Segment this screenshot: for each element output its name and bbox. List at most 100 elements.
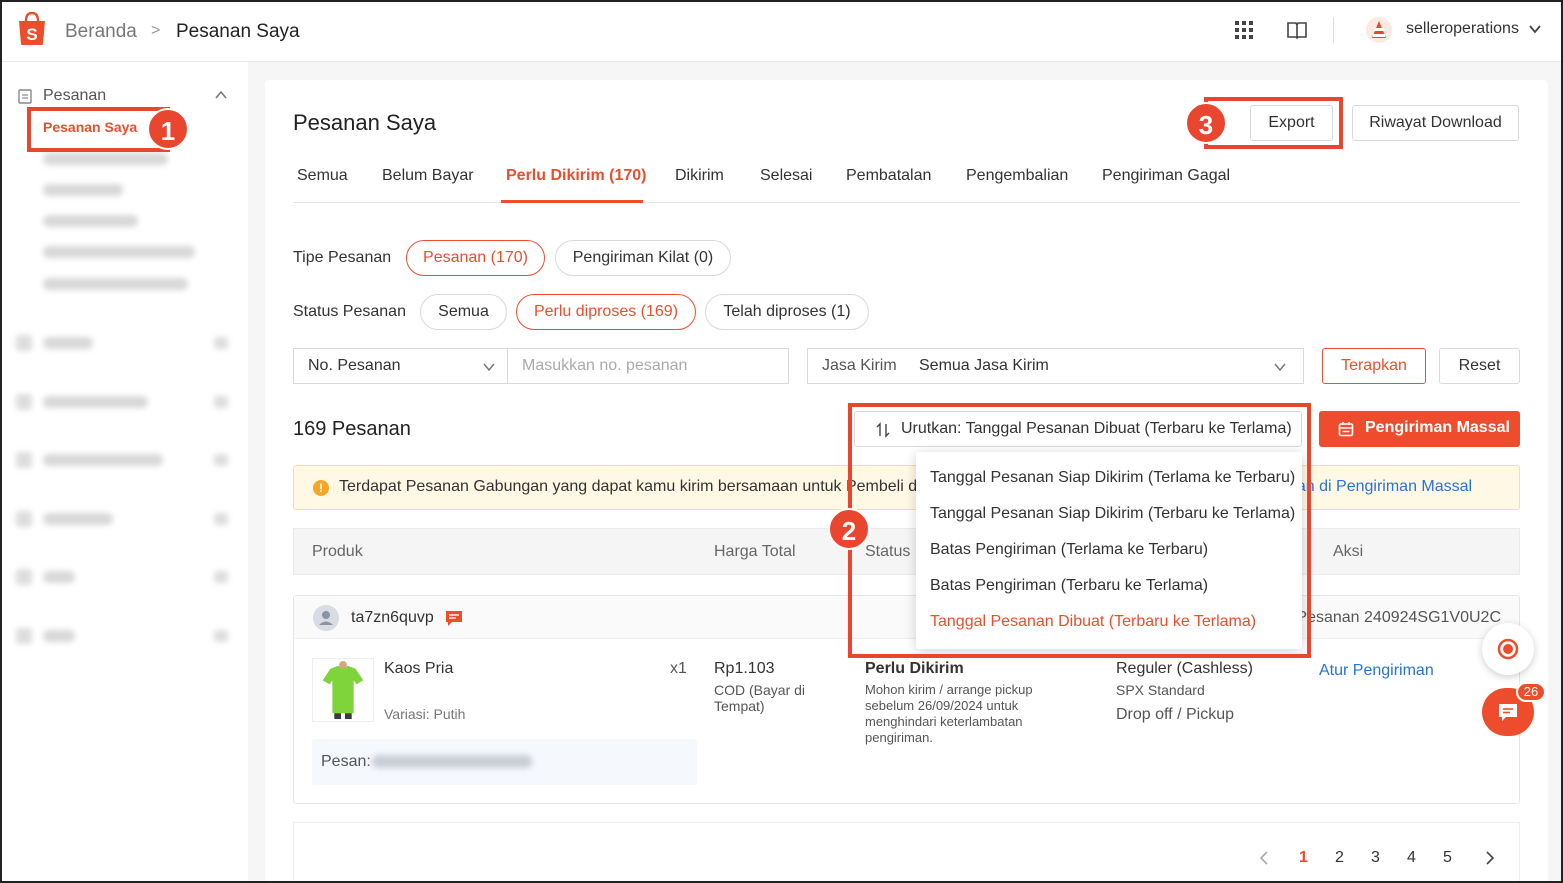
sort-select[interactable]: Urutkan: Tanggal Pesanan Dibuat (Terbaru… — [854, 411, 1302, 447]
order-card-header: ta7zn6quvp Pesanan 240924SG1V0U2C — [294, 596, 1519, 639]
buyer-note-label: Pesan: — [321, 753, 371, 770]
sort-option-selected[interactable]: Tanggal Pesanan Dibuat (Terbaru ke Terla… — [930, 613, 1256, 631]
product-image[interactable] — [312, 658, 374, 722]
apps-grid-icon[interactable] — [1233, 19, 1255, 41]
sidebar-item-blurred[interactable] — [43, 215, 138, 227]
annotation-badge-1: 1 — [147, 108, 189, 150]
sidebar-section-orders[interactable]: Pesanan — [43, 87, 106, 105]
combined-order-notice: ! Terdapat Pesanan Gabungan yang dapat k… — [293, 465, 1520, 510]
order-status-description: Mohon kirim / arrange pickup sebelum 26/… — [865, 682, 1033, 745]
tab-unpaid[interactable]: Belum Bayar — [382, 167, 474, 185]
svg-text:S: S — [26, 25, 37, 44]
arrange-shipment-link[interactable]: Atur Pengiriman — [1319, 662, 1434, 680]
tab-all[interactable]: Semua — [297, 167, 348, 185]
sidebar-item-my-orders[interactable]: Pesanan Saya — [43, 119, 137, 135]
mass-shipping-label: Pengiriman Massal — [1365, 419, 1510, 436]
tab-cancellation[interactable]: Pembatalan — [846, 167, 931, 185]
avatar[interactable] — [1365, 16, 1393, 44]
page-2[interactable]: 2 — [1335, 849, 1344, 867]
support-float-button[interactable] — [1482, 623, 1534, 675]
order-number-input[interactable]: Masukkan no. pesanan — [507, 348, 789, 384]
export-button[interactable]: Export — [1250, 105, 1333, 141]
breadcrumb-current: Pesanan Saya — [176, 21, 300, 42]
download-history-button[interactable]: Riwayat Download — [1352, 105, 1519, 141]
search-by-select[interactable]: No. Pesanan — [293, 348, 508, 384]
page-3[interactable]: 3 — [1371, 849, 1380, 867]
shopee-logo-icon[interactable]: S — [16, 12, 48, 46]
top-divider — [1333, 17, 1334, 43]
orders-icon — [18, 89, 32, 104]
sort-icon — [876, 422, 890, 438]
buyer-avatar-icon — [313, 605, 339, 631]
page-4[interactable]: 4 — [1407, 849, 1416, 867]
chevron-down-icon — [483, 363, 495, 372]
tab-to-ship[interactable]: Perlu Dikirim (170) — [506, 167, 647, 185]
tab-failed-delivery[interactable]: Pengiriman Gagal — [1102, 167, 1230, 185]
product-name[interactable]: Kaos Pria — [384, 660, 453, 678]
courier-select[interactable]: Jasa Kirim Semua Jasa Kirim — [807, 348, 1304, 384]
active-tab-indicator — [501, 200, 643, 203]
chevron-left-icon[interactable] — [1258, 851, 1270, 865]
search-by-value: No. Pesanan — [308, 357, 401, 374]
table-header: Produk Harga Total Status Aksi — [293, 528, 1520, 575]
order-type-instant-pill[interactable]: Pengiriman Kilat (0) — [555, 240, 731, 276]
tab-shipping[interactable]: Dikirim — [675, 167, 724, 185]
order-tabs: Semua Belum Bayar Perlu Dikirim (170) Di… — [293, 165, 1520, 203]
sort-option[interactable]: Batas Pengiriman (Terlama ke Terbaru) — [930, 541, 1208, 559]
sidebar-item-blurred[interactable] — [43, 246, 195, 258]
apply-button[interactable]: Terapkan — [1322, 348, 1426, 384]
buyer-note: Pesan: — [312, 739, 697, 785]
status-processed-pill[interactable]: Telah diproses (1) — [705, 294, 869, 330]
page-1[interactable]: 1 — [1299, 849, 1308, 867]
shipping-service: Reguler (Cashless) — [1116, 660, 1253, 677]
order-type-label: Tipe Pesanan — [293, 249, 392, 266]
product-variation: Variasi: Putih — [384, 706, 466, 722]
buyer-username[interactable]: ta7zn6quvp — [351, 609, 434, 627]
sidebar-item-blurred[interactable] — [43, 278, 188, 290]
chat-unread-badge: 26 — [1516, 682, 1546, 702]
payment-method: COD (Bayar di Tempat) — [714, 682, 806, 714]
page-5[interactable]: 5 — [1443, 849, 1452, 867]
sort-value: Urutkan: Tanggal Pesanan Dibuat (Terbaru… — [901, 420, 1292, 437]
sort-option[interactable]: Tanggal Pesanan Siap Dikirim (Terbaru ke… — [930, 505, 1295, 523]
chevron-up-icon[interactable] — [214, 90, 228, 100]
order-card: ta7zn6quvp Pesanan 240924SG1V0U2C Kaos P… — [293, 595, 1520, 804]
order-number[interactable]: Pesanan 240924SG1V0U2C — [1296, 609, 1501, 627]
sidebar-item-blurred[interactable] — [43, 153, 168, 165]
status-all-pill[interactable]: Semua — [420, 294, 507, 330]
reset-button[interactable]: Reset — [1439, 348, 1520, 384]
book-icon[interactable] — [1286, 19, 1308, 41]
sidebar-item-blurred[interactable] — [43, 184, 123, 196]
tab-return[interactable]: Pengembalian — [966, 167, 1068, 185]
notice-text: Terdapat Pesanan Gabungan yang dapat kam… — [339, 478, 932, 495]
calendar-icon — [1338, 422, 1354, 437]
courier-label: Jasa Kirim — [822, 357, 897, 374]
page-title: Pesanan Saya — [293, 110, 437, 135]
shipping-method: Drop off / Pickup — [1116, 706, 1234, 723]
annotation-badge-3: 3 — [1185, 102, 1227, 144]
breadcrumb-separator-icon: > — [151, 22, 161, 39]
order-status: Perlu Dikirim — [865, 660, 964, 677]
courier-value: Semua Jasa Kirim — [919, 357, 1049, 374]
tab-completed[interactable]: Selesai — [760, 167, 812, 185]
sidebar: Pesanan Pesanan Saya — [0, 62, 248, 883]
shipping-courier: SPX Standard — [1116, 682, 1205, 698]
top-bar: S Beranda > Pesanan Saya selleroperation… — [0, 0, 1563, 62]
order-number-placeholder: Masukkan no. pesanan — [522, 357, 688, 374]
chat-bubble-icon — [1499, 704, 1517, 721]
notice-link[interactable]: gan di Pengiriman Massal — [1288, 478, 1472, 496]
sort-dropdown: Tanggal Pesanan Siap Dikirim (Terlama ke… — [916, 452, 1302, 649]
chevron-right-icon[interactable] — [1484, 851, 1496, 865]
annotation-badge-2: 2 — [828, 508, 870, 550]
warning-icon: ! — [313, 480, 329, 496]
status-to-process-pill[interactable]: Perlu diproses (169) — [516, 294, 696, 330]
chevron-down-icon[interactable] — [1528, 22, 1542, 36]
chat-icon[interactable] — [444, 608, 464, 628]
username[interactable]: selleroperations — [1406, 20, 1519, 38]
breadcrumb-home[interactable]: Beranda — [65, 21, 137, 43]
sort-option[interactable]: Tanggal Pesanan Siap Dikirim (Terlama ke… — [930, 469, 1295, 487]
column-product: Produk — [312, 543, 363, 560]
mass-shipping-button[interactable]: Pengiriman Massal — [1319, 411, 1520, 447]
order-type-regular-pill[interactable]: Pesanan (170) — [406, 240, 545, 276]
sort-option[interactable]: Batas Pengiriman (Terbaru ke Terlama) — [930, 577, 1208, 595]
